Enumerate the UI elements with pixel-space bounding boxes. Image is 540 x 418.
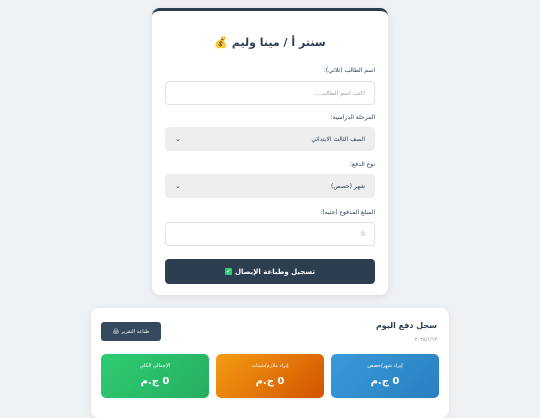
daily-title: سجل دفع اليوم	[375, 321, 437, 330]
payment-type-value: شهر (حصص)	[331, 182, 365, 190]
student-name-input[interactable]: اكتب اسم الطالب...	[165, 81, 375, 105]
amount-label: المبلغ المدفوع (جنيه):	[320, 209, 375, 216]
form-title: سنتر أ / مينا وليم 💰	[214, 36, 326, 49]
daily-date: ٢٠٢٥/١/١٣	[414, 337, 437, 343]
stage-select[interactable]: الصف الثالث الابتدائي ⌄	[165, 127, 375, 151]
stat-label: إيراد شهر/حصص	[367, 363, 403, 369]
stage-value: الصف الثالث الابتدائي	[311, 135, 365, 143]
payment-type-label: نوع الدفع:	[350, 161, 375, 168]
stat-card-total: الإجمالي الكلي 0 ج.م	[101, 354, 209, 398]
print-label: طباعة التقرير	[121, 328, 150, 335]
chevron-down-icon: ⌄	[175, 182, 181, 190]
stage-label: المرحلة الدراسية:	[330, 114, 375, 121]
stat-card-notes: إيراد ملازم/شيتات 0 ج.م	[216, 354, 324, 398]
stat-value: 0 ج.م	[255, 376, 285, 387]
money-bag-icon: 💰	[214, 36, 229, 49]
stat-card-monthly: إيراد شهر/حصص 0 ج.م	[331, 354, 439, 398]
submit-print-button[interactable]: تسجيل وطباعة الإيصال ✓	[165, 259, 375, 284]
stat-value: 0 ج.م	[140, 376, 170, 387]
student-name-label: اسم الطالب (ثلاثي):	[323, 67, 375, 74]
stat-label: الإجمالي الكلي	[139, 363, 171, 369]
chevron-down-icon: ⌄	[175, 135, 181, 143]
amount-input[interactable]: 0	[165, 222, 375, 246]
print-report-button[interactable]: طباعة التقرير 🖨	[101, 322, 161, 341]
daily-log-card: سجل دفع اليوم ٢٠٢٥/١/١٣ طباعة التقرير 🖨 …	[91, 308, 449, 418]
printer-icon: 🖨	[112, 328, 120, 335]
payment-type-select[interactable]: شهر (حصص) ⌄	[165, 174, 375, 198]
registration-card: سنتر أ / مينا وليم 💰 اسم الطالب (ثلاثي):…	[152, 8, 388, 295]
check-icon: ✓	[224, 268, 232, 275]
stat-label: إيراد ملازم/شيتات	[251, 363, 289, 369]
submit-label: تسجيل وطباعة الإيصال	[234, 267, 316, 276]
stat-value: 0 ج.م	[370, 376, 400, 387]
